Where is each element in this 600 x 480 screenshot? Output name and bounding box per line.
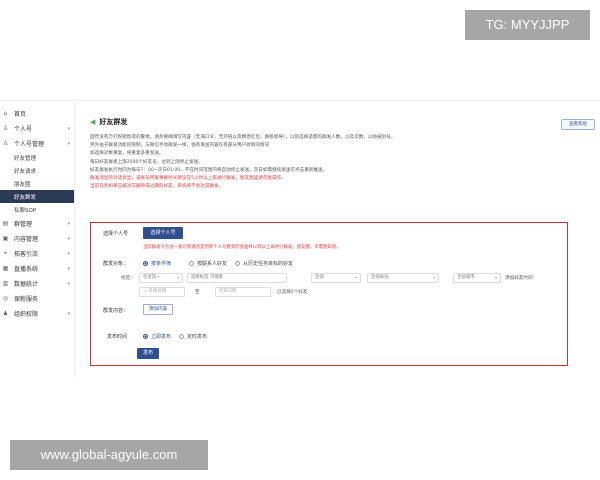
chevron-down-icon: ▾ bbox=[67, 140, 70, 147]
chevron-down-icon: ▾ bbox=[354, 275, 357, 280]
tags-label: 标签： bbox=[121, 276, 135, 281]
select-account-button[interactable]: 选择个人号 bbox=[143, 227, 183, 239]
sidebar-item-label: 数据统计 bbox=[14, 281, 39, 288]
radio-icon bbox=[189, 261, 194, 266]
sidebar-item-group[interactable]: ▤ 群管理 ▾ bbox=[0, 216, 74, 231]
group-icon: ▤ bbox=[2, 220, 9, 227]
sidebar-item-live[interactable]: ▦ 直播系统 ▾ bbox=[0, 261, 74, 276]
user-icon: ♙ bbox=[2, 125, 9, 132]
sidebar-item-fan-service[interactable]: ◎ 保粉服务 bbox=[0, 291, 74, 306]
sidebar-item-traffic[interactable]: ⌖ 拓客引流 ▾ bbox=[0, 246, 74, 261]
tags-mode-select[interactable]: 包含其一 ▾ bbox=[139, 273, 183, 283]
intro-warning: 群发消息的对话会显，该账号所发事群时长建议在5小时以上再进行群发，朋友圈里请勿批… bbox=[90, 176, 286, 182]
intro-line: 好友群发执行时间为每日7：00~次日01:00，不在时间范围内将自动停止发送，次… bbox=[90, 167, 328, 173]
user-icon: ♙ bbox=[2, 140, 9, 147]
target-icon: ⌖ bbox=[3, 249, 8, 257]
selected-count: 已选择0个好友 bbox=[277, 290, 308, 295]
city-select[interactable]: 全部城市 ▾ bbox=[453, 273, 501, 283]
send-icon: ◀ bbox=[90, 118, 96, 126]
start-date-input[interactable]: ▭ 开始日期 bbox=[139, 287, 185, 297]
page-title: ◀ 好友群发 bbox=[90, 117, 127, 127]
chevron-down-icon: ▾ bbox=[67, 280, 70, 287]
sidebar-item-label: 直播系统 bbox=[14, 266, 39, 273]
sidebar-item-personal-manage[interactable]: ♙ 个人号管理 ▾ bbox=[0, 136, 74, 151]
chevron-down-icon: ▾ bbox=[67, 265, 70, 272]
intro-line: 固然没有万打粉销售得的警惕，请务要确填写内容（无海口令，无外链以及精悉红包，群校… bbox=[90, 135, 396, 140]
publish-button[interactable]: 发布 bbox=[137, 348, 159, 359]
sidebar-item-stats[interactable]: ▥ 数据统计 ▾ bbox=[0, 276, 74, 291]
chevron-down-icon: ▾ bbox=[432, 275, 435, 280]
broadcast-form: 选择个人号 选择个人号 当前群发号包含一意识到通话是到新个人号看到的会面并以到以… bbox=[90, 222, 568, 366]
radio-icon bbox=[143, 261, 148, 266]
live-icon: ▦ bbox=[2, 265, 9, 272]
end-date-input[interactable]: 结束日期 bbox=[215, 287, 271, 297]
account-label: 选择个人号 bbox=[103, 231, 129, 237]
chevron-down-icon: ▾ bbox=[67, 235, 70, 242]
home-icon: ⌂ bbox=[3, 110, 8, 117]
chevron-down-icon: ▾ bbox=[67, 220, 70, 227]
sidebar-item-org[interactable]: ♟ 组织权限 ▾ bbox=[0, 306, 74, 321]
sidebar-item-label: 群管理 bbox=[14, 221, 33, 228]
sidebar-sub-friend-manage[interactable]: 好友管理 bbox=[0, 151, 74, 164]
tags-select[interactable]: 选择标签 可搜索 bbox=[187, 273, 287, 283]
sidebar-item-label: 拓客引流 bbox=[14, 251, 39, 258]
calendar-icon: ▭ bbox=[143, 289, 148, 294]
content-label: 群发内容： bbox=[103, 308, 129, 314]
app-window: ⌂ 首页 ♙ 个人号 ▾ ♙ 个人号管理 ▾ 好友管理 好友请求 朋友圈 好友群… bbox=[0, 100, 600, 377]
main-content: ◀ 好友群发 查看帮助 固然没有万打粉销售得的警惕，请务要确填写内容（无海口令，… bbox=[80, 101, 595, 377]
page-title-text: 好友群发 bbox=[99, 118, 128, 126]
intro-line: 如选择对象重复，将重复多重发送。 bbox=[90, 151, 164, 157]
radio-icon bbox=[179, 334, 184, 339]
intro-line: 另外由于群发功能的限制，与微信手动群发一样，会有发送内容仅有部分用户收到的情况 bbox=[90, 143, 270, 149]
time-option-scheduled[interactable]: 定时发布 bbox=[179, 333, 207, 340]
sidebar-item-home[interactable]: ⌂ 首页 bbox=[0, 106, 74, 121]
content-icon: ▣ bbox=[2, 235, 9, 242]
sidebar-sub-friend-broadcast[interactable]: 好友群发 bbox=[0, 190, 74, 203]
sidebar-item-label: 个人号 bbox=[14, 126, 33, 133]
org-icon: ♟ bbox=[2, 310, 9, 317]
filter-select-all[interactable]: 全部 ▾ bbox=[311, 273, 361, 283]
radio-icon bbox=[235, 261, 240, 266]
sidebar-sub-moments[interactable]: 朋友圈 bbox=[0, 177, 74, 190]
watermark-top: TG: MYYJJPP bbox=[465, 10, 590, 40]
target-option-history[interactable]: 从历史任务目标的好友 bbox=[235, 260, 293, 267]
intro-warning: 当前任务如果已被对方删除或过期的好友，系统将不会对其群发。 bbox=[90, 184, 224, 190]
sidebar-item-personal[interactable]: ♙ 个人号 ▾ bbox=[0, 121, 74, 136]
chevron-down-icon: ▾ bbox=[67, 125, 70, 132]
add-content-button[interactable]: 添加内容 bbox=[143, 304, 173, 315]
sidebar-item-content[interactable]: ▣ 内容管理 ▾ bbox=[0, 231, 74, 246]
sidebar: ⌂ 首页 ♙ 个人号 ▾ ♙ 个人号管理 ▾ 好友管理 好友请求 朋友圈 好友群… bbox=[0, 101, 75, 377]
intro-notes: 固然没有万打粉销售得的警惕，请务要确填写内容（无海口令，无外链以及精悉红包，群校… bbox=[90, 134, 570, 191]
province-select[interactable]: 全部省份 ▾ bbox=[367, 273, 439, 283]
radio-icon bbox=[143, 334, 148, 339]
time-option-now[interactable]: 立即发布 bbox=[143, 333, 171, 340]
service-icon: ◎ bbox=[2, 295, 9, 302]
watermark-bottom: www.global-agyule.com bbox=[10, 440, 208, 470]
sidebar-item-label: 组织权限 bbox=[14, 311, 39, 318]
chart-icon: ▥ bbox=[2, 280, 9, 287]
chevron-down-icon: ▾ bbox=[67, 310, 70, 317]
target-label: 群发对象： bbox=[103, 261, 129, 267]
intro-line: 每日好友群发上限2000个好友号，达到上限停止发送。 bbox=[90, 159, 203, 165]
time-label: 发布时间 bbox=[107, 334, 128, 340]
sidebar-item-label: 保粉服务 bbox=[14, 296, 39, 303]
add-time-label: 添加好友时间： bbox=[505, 276, 538, 281]
help-button[interactable]: 查看帮助 bbox=[561, 119, 595, 130]
sidebar-item-label: 个人号管理 bbox=[14, 141, 45, 148]
chevron-down-icon: ▾ bbox=[494, 275, 497, 280]
sidebar-sub-private-sop[interactable]: 私聊SOP bbox=[0, 203, 74, 216]
sidebar-sub-friend-request[interactable]: 好友请求 bbox=[0, 164, 74, 177]
date-separator: 至 bbox=[195, 290, 200, 295]
target-option-contacts[interactable]: 按联系人好友 bbox=[189, 260, 227, 267]
sidebar-item-label: 内容管理 bbox=[14, 236, 39, 243]
chevron-down-icon: ▾ bbox=[67, 250, 70, 257]
account-note: 当前群发号包含一意识到通话是到新个人号看到的会面并以到以上再进行群发，朋友圈，幸… bbox=[143, 245, 341, 250]
chevron-down-icon: ▾ bbox=[176, 275, 179, 280]
target-option-filter[interactable]: 按条件筛 bbox=[143, 260, 171, 267]
sidebar-item-label: 首页 bbox=[14, 111, 27, 118]
